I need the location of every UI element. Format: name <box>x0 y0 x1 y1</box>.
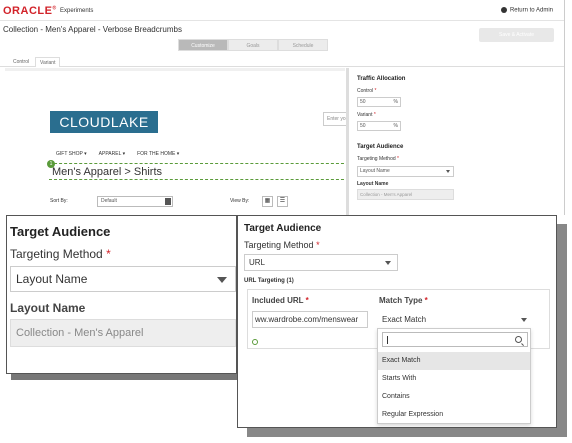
nav-apparel[interactable]: APPAREL ▾ <box>99 151 125 157</box>
dropdown-search-input[interactable] <box>382 332 528 347</box>
return-to-admin-link[interactable]: Return to Admin <box>500 7 553 14</box>
variant-label: Variant * <box>357 112 376 118</box>
grid-view-icon[interactable]: ▦ <box>262 196 273 207</box>
variant-tabs: Control Variant <box>0 55 564 67</box>
page-title: Collection - Men's Apparel - Verbose Bre… <box>3 25 182 34</box>
url-targeting-heading: URL Targeting (1) <box>244 278 294 284</box>
target-audience-title: Target Audience <box>357 144 404 150</box>
search-icon <box>515 336 522 343</box>
save-activate-button[interactable]: Save & Activate <box>479 28 554 42</box>
targeting-method-select[interactable]: URL <box>244 254 398 271</box>
layout-name-label: Layout Name <box>357 181 389 187</box>
chevron-down-icon <box>446 170 450 173</box>
option-regular-expression[interactable]: Regular Expression <box>378 406 530 424</box>
chevron-down-icon <box>165 198 171 205</box>
targeting-method-label: Targeting Method * <box>357 156 399 162</box>
sort-label: Sort By: <box>50 198 68 204</box>
targeting-method-select[interactable]: Layout Name <box>357 166 454 177</box>
tab-variant[interactable]: Variant <box>35 57 61 67</box>
tab-control[interactable]: Control <box>9 57 33 67</box>
site-logo: CLOUDLAKE <box>50 111 158 133</box>
chevron-down-icon <box>521 318 527 322</box>
site-search-input[interactable]: Enter yo <box>323 112 347 126</box>
chevron-down-icon <box>217 277 227 283</box>
targeting-method-select[interactable]: Layout Name <box>10 266 236 292</box>
top-bar: ORACLE® Experiments Return to Admin <box>0 0 564 21</box>
traffic-allocation-title: Traffic Allocation <box>357 76 406 82</box>
option-contains[interactable]: Contains <box>378 388 530 406</box>
mode-toggle-group: Customize Goals Schedule <box>178 39 328 51</box>
sort-select[interactable]: Default <box>97 196 173 207</box>
variant-allocation-input[interactable]: 50% <box>357 121 401 131</box>
match-type-dropdown: Exact Match Starts With Contains Regular… <box>377 328 531 424</box>
targeting-method-label: Targeting Method * <box>10 247 111 261</box>
option-starts-with[interactable]: Starts With <box>378 370 530 388</box>
site-preview: CLOUDLAKE Enter yo GIFT SHOP ▾ APPAREL ▾… <box>5 68 349 215</box>
settings-panel: Traffic Allocation Control * 50% Variant… <box>346 68 564 215</box>
nav-gift-shop[interactable]: GIFT SHOP ▾ <box>56 151 87 157</box>
layout-name-field: Collection - Men's Apparel <box>10 319 236 347</box>
experiment-editor: ORACLE® Experiments Return to Admin Coll… <box>0 0 565 215</box>
control-label: Control * <box>357 88 377 94</box>
match-type-select[interactable]: Exact Match <box>379 311 534 328</box>
included-url-label: Included URL * <box>252 296 309 305</box>
target-audience-title: Target Audience <box>244 223 322 234</box>
layout-name-field: Collection - Men's Apparel <box>357 189 454 200</box>
view-by-label: View By: <box>230 198 250 204</box>
site-nav: GIFT SHOP ▾ APPAREL ▾ FOR THE HOME ▾ <box>56 151 179 157</box>
oracle-logo: ORACLE® <box>3 5 57 17</box>
customize-mode-button[interactable]: Customize <box>178 39 228 51</box>
zoom-target-audience-layout: Target Audience Targeting Method * Layou… <box>6 215 237 374</box>
return-icon <box>500 7 507 13</box>
targeting-method-label: Targeting Method * <box>244 240 320 250</box>
control-allocation-input[interactable]: 50% <box>357 97 401 107</box>
app-name: Experiments <box>60 8 94 14</box>
breadcrumb-selection[interactable]: 1 Men's Apparel > Shirts <box>47 160 349 180</box>
goals-mode-button[interactable]: Goals <box>228 39 278 51</box>
chevron-down-icon <box>385 261 391 265</box>
add-url-icon[interactable] <box>252 339 258 345</box>
included-url-input[interactable]: ww.wardrobe.com/menswear <box>252 311 368 328</box>
schedule-mode-button[interactable]: Schedule <box>278 39 328 51</box>
list-view-icon[interactable]: ☰ <box>277 196 288 207</box>
breadcrumb: Men's Apparel > Shirts <box>52 166 163 178</box>
option-exact-match[interactable]: Exact Match <box>378 352 530 370</box>
layout-name-label: Layout Name <box>10 301 86 315</box>
target-audience-title: Target Audience <box>10 224 111 239</box>
nav-for-the-home[interactable]: FOR THE HOME ▾ <box>137 151 179 157</box>
text-cursor <box>387 336 388 344</box>
match-type-label: Match Type * <box>379 296 428 305</box>
